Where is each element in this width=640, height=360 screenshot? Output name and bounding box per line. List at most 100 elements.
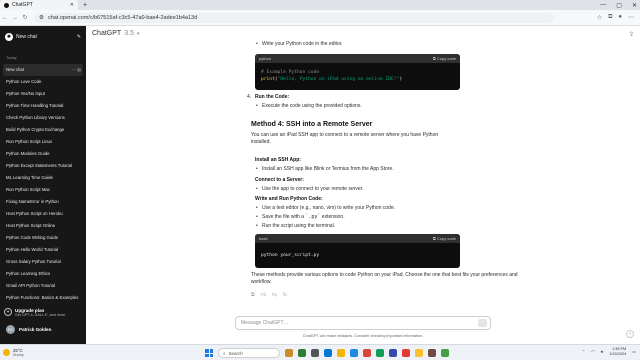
close-window-icon[interactable]: ✕ [632, 2, 637, 9]
sidebar-chat-item[interactable]: Python Love Code [3, 76, 83, 88]
wifi-icon[interactable]: ◠ [591, 349, 595, 354]
weather-condition: Sunny [13, 353, 24, 357]
volume-icon[interactable]: 🔊︎ [601, 349, 604, 354]
copy-code-button[interactable]: ⧉ Copy code [433, 236, 456, 242]
url-text: chat.openai.com/c/b67515af-c3c5-47a0-bae… [47, 14, 198, 21]
sidebar-chat-item[interactable]: Host Python Script Online [3, 220, 83, 232]
list-item: Run the script using the terminal. [256, 223, 335, 231]
browser-tab[interactable]: ChatGPT ✕ [0, 0, 78, 10]
sidebar: ✺ New chat ✎ Today New chat ⋯ ▤ Python Lov… [0, 26, 86, 344]
regenerate-icon[interactable]: ↻ [283, 292, 287, 299]
reload-icon[interactable]: ↻ [20, 14, 30, 21]
sidebar-chat-item[interactable]: Python Time Handling Tutorial [3, 100, 83, 112]
sidebar-chat-item[interactable]: Host Python Script on Heroku [3, 208, 83, 220]
widgets-icon[interactable] [285, 349, 293, 357]
list-item: Install an SSH app like Blink or Termius… [256, 166, 394, 174]
taskbar-search[interactable]: ⌕ Search [218, 348, 280, 358]
step-title: Run the Code: [255, 94, 290, 100]
sidebar-chat-item[interactable]: Run Python Script Linux [3, 136, 83, 148]
sidebar-chat-label: Host Python Script Online [6, 223, 56, 228]
paragraph: These methods provide various options to… [251, 272, 518, 286]
list-item: Save the file with a `.py` extension. [256, 214, 345, 222]
edge-icon[interactable] [324, 349, 332, 357]
sidebar-chat-item[interactable]: New chat ⋯ ▤ [3, 64, 83, 76]
sidebar-chat-item[interactable]: Python Code Writing Guide [3, 232, 83, 244]
message-input[interactable]: Message ChatGPT… ↑ [235, 316, 491, 330]
sidebar-chat-item[interactable]: Fixing NameError in Python [3, 196, 83, 208]
step-number: 4. [247, 94, 252, 100]
app-icon[interactable] [402, 349, 410, 357]
sidebar-chat-label: Python Functions: Basics & Examples [6, 295, 79, 300]
sidebar-chat-item[interactable]: ML Learning Time Guide [3, 172, 83, 184]
menu-icon[interactable]: ⋯ [628, 14, 634, 21]
sidebar-chat-item[interactable]: Python Except Statements Tutorial [3, 160, 83, 172]
store-icon[interactable] [350, 349, 358, 357]
sidebar-chat-item[interactable]: Build Python Crypto Exchange [3, 124, 83, 136]
notification-icon[interactable]: ▭ [632, 349, 636, 354]
back-icon[interactable]: ← [0, 15, 10, 21]
minimize-icon[interactable]: — [600, 2, 606, 8]
app-icon[interactable] [415, 349, 423, 357]
step-title: Write and Run Python Code: [255, 196, 323, 202]
profile-icon[interactable]: ● [618, 14, 622, 21]
weather-widget[interactable]: 25°C Sunny [3, 348, 24, 357]
thumbs-up-icon[interactable]: 👍︎ [261, 292, 266, 299]
new-chat-button[interactable]: ✺ New chat ✎ [5, 32, 81, 42]
sun-icon [3, 349, 10, 356]
copy-icon[interactable]: ⧉ [251, 292, 255, 299]
send-icon[interactable]: ↑ [478, 319, 487, 327]
sidebar-chat-label: Python Yes/No Input [6, 91, 45, 96]
url-field[interactable]: ⚙ chat.openai.com/c/b67515af-c3c5-47a0-b… [34, 12, 554, 23]
new-tab-button[interactable]: + [83, 2, 87, 9]
thumbs-down-icon[interactable]: 👎︎ [272, 292, 277, 299]
user-menu[interactable]: PG Patrick Golden [6, 325, 51, 334]
file-explorer-icon[interactable] [337, 349, 345, 357]
chat-options-icon[interactable]: ⋯ ▤ [72, 64, 81, 76]
app-icon[interactable] [376, 349, 384, 357]
code-function: print [261, 77, 275, 83]
text: extension. [320, 214, 345, 220]
clock[interactable]: 1:35 PM 1/15/2024 [609, 347, 626, 356]
copy-code-button[interactable]: ⧉ Copy code [433, 56, 456, 62]
edit-icon[interactable]: ✎ [77, 34, 81, 40]
site-info-icon[interactable]: ⚙ [39, 15, 44, 21]
sidebar-chat-item[interactable]: Gmail API Python Tutorial [3, 280, 83, 292]
date: 1/15/2024 [609, 351, 627, 356]
sidebar-chat-item[interactable]: Python Learning Ethics [3, 268, 83, 280]
help-icon[interactable]: ? [626, 330, 634, 338]
sidebar-chat-item[interactable]: Python Modules Guide [3, 148, 83, 160]
sidebar-chat-label: Python Modules Guide [6, 151, 50, 156]
section-heading: Method 4: SSH into a Remote Server [251, 121, 373, 128]
app-icon[interactable] [441, 349, 449, 357]
share-icon[interactable]: ⇪ [629, 31, 634, 38]
model-selector[interactable]: ChatGPT 3.5 ▾ [92, 30, 139, 37]
task-view-icon[interactable] [311, 349, 319, 357]
windows-start-icon[interactable] [205, 349, 213, 357]
chrome-icon[interactable] [363, 349, 371, 357]
sidebar-chat-item[interactable]: Run Python Script Mac [3, 184, 83, 196]
sidebar-chat-item[interactable]: Gross Salary Python Tutorial [3, 256, 83, 268]
sidebar-chat-label: Run Python Script Mac [6, 187, 50, 192]
chevron-down-icon: ▾ [136, 30, 140, 37]
app-icon[interactable] [389, 349, 397, 357]
browser-toolbar-icons: ☆ ⧉ ● ⋯ [597, 14, 634, 21]
tab-close-icon[interactable]: ✕ [70, 2, 74, 8]
time: 1:35 PM [612, 347, 627, 351]
sidebar-chat-item[interactable]: Check Python Library Versions [3, 112, 83, 124]
forward-icon[interactable]: → [10, 15, 20, 21]
extensions-icon[interactable]: ⧉ [608, 14, 612, 21]
sidebar-chat-item[interactable]: Python Hello World Tutorial [3, 244, 83, 256]
maximize-icon[interactable]: ▢ [616, 2, 622, 9]
sidebar-chat-label: Gmail API Python Tutorial [6, 283, 55, 288]
bookmark-star-icon[interactable]: ☆ [597, 14, 602, 21]
sidebar-chat-item[interactable]: Python Yes/No Input [3, 88, 83, 100]
chevron-up-icon[interactable]: ⌃ [582, 349, 585, 354]
browser-tab-bar: ChatGPT ✕ + — ▢ ✕ [0, 0, 640, 10]
sidebar-chat-item[interactable]: Python Functions: Basics & Examples [3, 292, 83, 304]
app-icon[interactable] [428, 349, 436, 357]
upgrade-plan-button[interactable]: ✦ Upgrade plan Get GPT-4, DALL·E, and mo… [4, 308, 82, 317]
app-icon[interactable] [298, 349, 306, 357]
user-name: Patrick Golden [19, 327, 52, 332]
sidebar-chat-label: Python Code Writing Guide [6, 235, 58, 240]
list-item: Write your Python code in the editor. [256, 41, 342, 49]
